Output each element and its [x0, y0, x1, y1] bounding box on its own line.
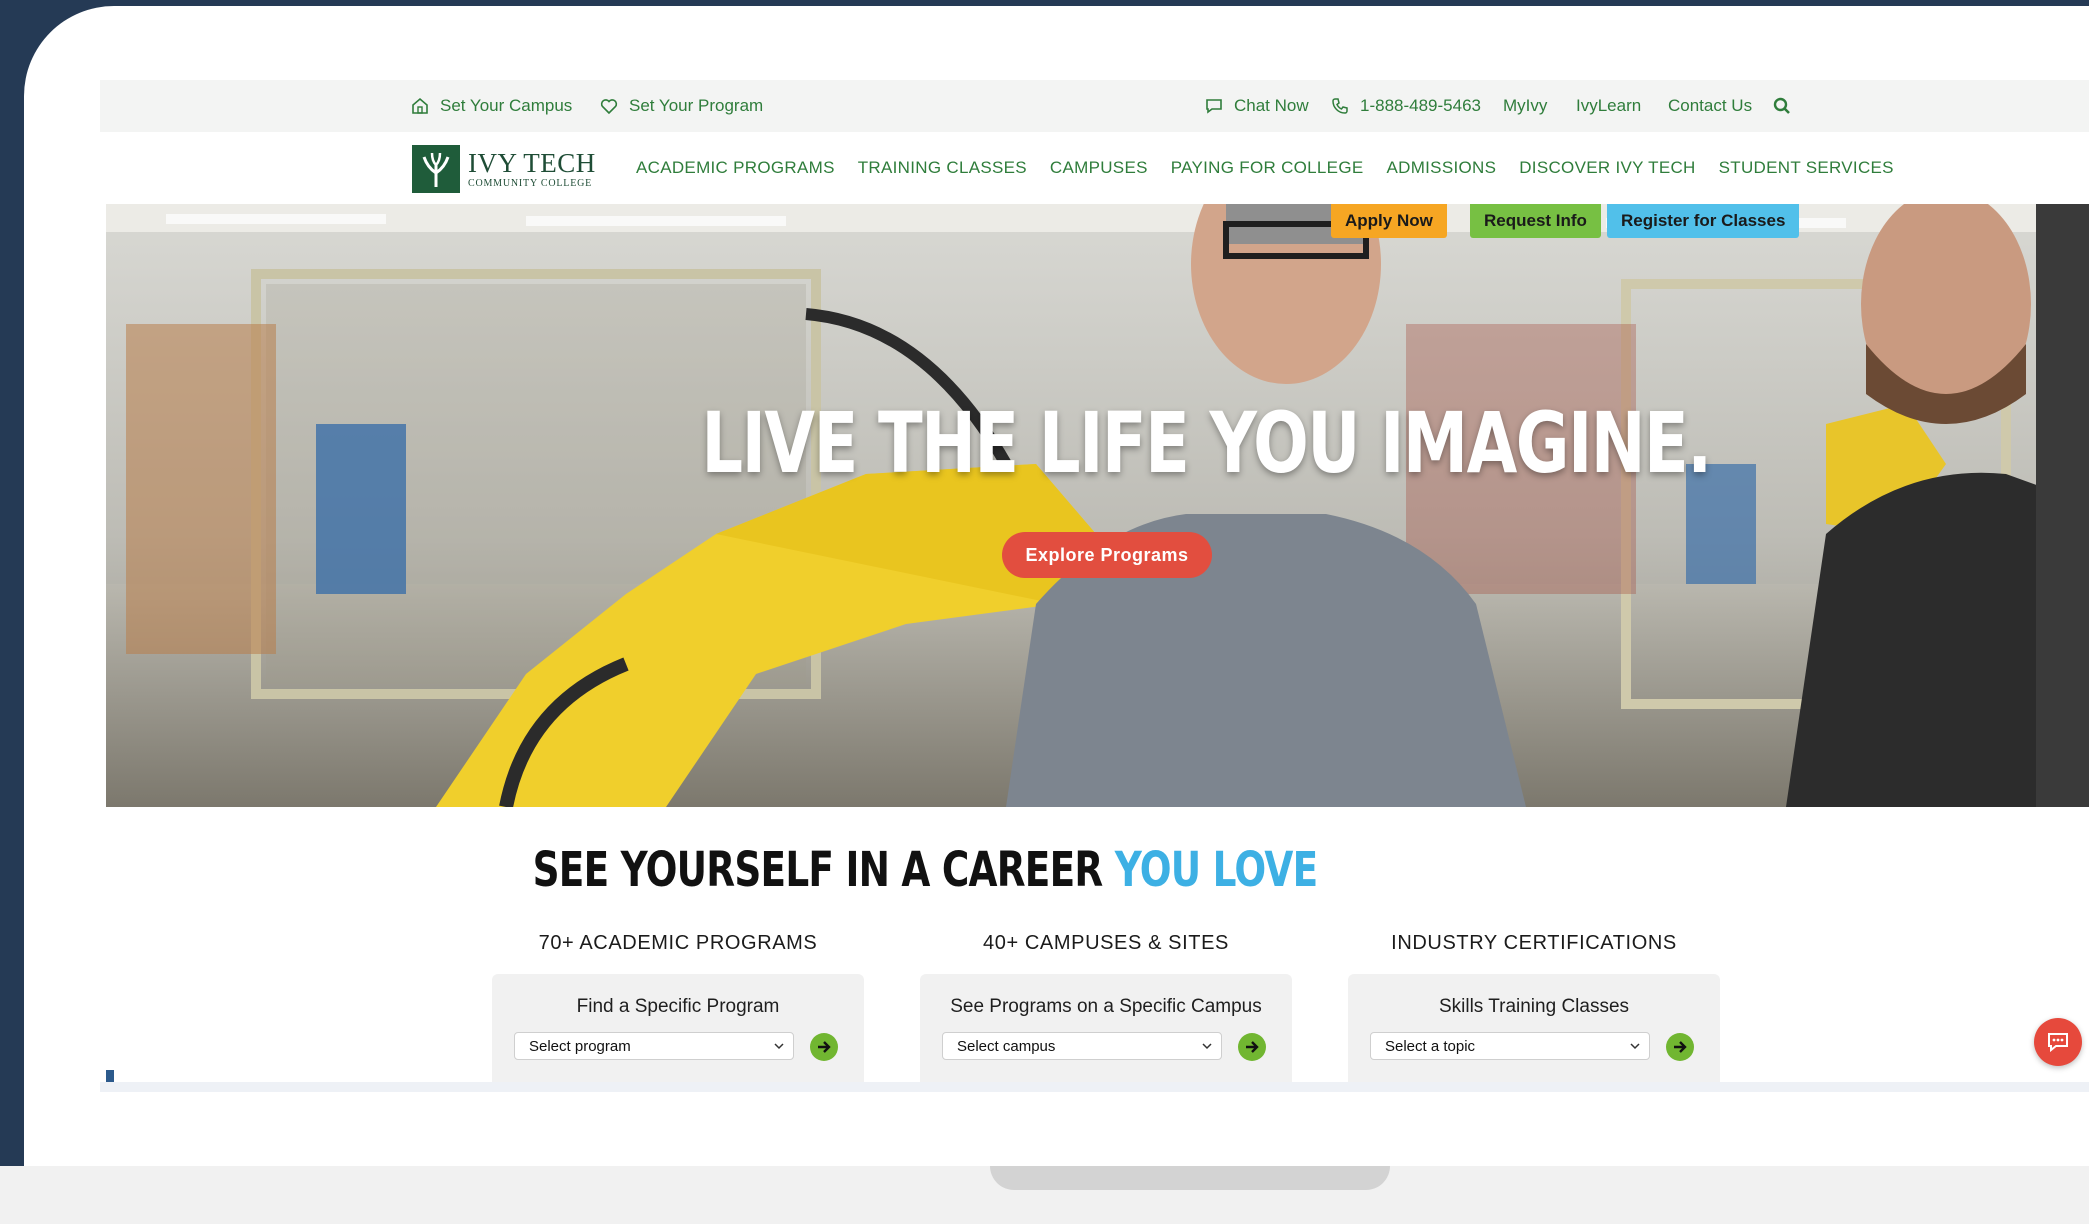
select-campus-dropdown[interactable]: Select campus	[942, 1032, 1222, 1060]
browser-viewport: Set Your Campus Set Your Program Chat No…	[100, 80, 2089, 1090]
card-label: Skills Training Classes	[1438, 996, 1630, 1017]
campus-finder-card: See Programs on a Specific Campus Select…	[920, 974, 1292, 1086]
viewport-corner-marker	[106, 1070, 114, 1082]
logo-name: IVY TECH	[468, 147, 596, 178]
arrow-right-icon	[818, 1041, 831, 1053]
register-for-classes-button[interactable]: Register for Classes	[1607, 204, 1800, 238]
column-heading: INDUSTRY CERTIFICATIONS	[1391, 932, 1677, 954]
card-label: See Programs on a Specific Campus	[950, 996, 1262, 1017]
ivylearn-link[interactable]: IvyLearn	[1576, 80, 1641, 132]
nav-discover-ivy-tech[interactable]: DISCOVER IVY TECH	[1519, 158, 1695, 178]
nav-student-services[interactable]: STUDENT SERVICES	[1719, 158, 1894, 178]
viewport-bottom-strip	[100, 1082, 2089, 1092]
phone-icon	[1332, 98, 1348, 114]
set-campus-link[interactable]: Set Your Campus	[410, 80, 572, 132]
select-program-dropdown[interactable]: Select program	[514, 1032, 794, 1060]
go-button[interactable]	[1238, 1033, 1266, 1061]
nav-paying-for-college[interactable]: PAYING FOR COLLEGE	[1171, 158, 1364, 178]
training-finder-card: Skills Training Classes Select a topic	[1348, 974, 1720, 1086]
set-program-label: Set Your Program	[629, 96, 764, 115]
column-campuses: 40+ CAMPUSES & SITES See Programs on a S…	[920, 932, 1292, 1086]
contact-us-label: Contact Us	[1668, 96, 1753, 115]
logo-mark	[412, 145, 460, 193]
chat-now-label: Chat Now	[1234, 96, 1309, 115]
nav-campuses[interactable]: CAMPUSES	[1050, 158, 1148, 178]
hero-photo	[106, 204, 2089, 807]
request-info-button[interactable]: Request Info	[1470, 204, 1601, 238]
ivylearn-label: IvyLearn	[1576, 96, 1642, 115]
main-nav: IVY TECH COMMUNITY COLLEGE ACADEMIC PROG…	[100, 132, 2089, 204]
select-value: Select a topic	[1385, 1037, 1476, 1055]
section-title: SEE YOURSELF IN A CAREER YOU LOVE	[282, 842, 1569, 898]
program-finder-card: Find a Specific Program Select program	[492, 974, 864, 1086]
logo-subtitle: COMMUNITY COLLEGE	[468, 177, 593, 189]
chat-fab-icon	[2048, 1033, 2068, 1053]
column-certifications: INDUSTRY CERTIFICATIONS Skills Training …	[1348, 932, 1720, 1086]
set-campus-label: Set Your Campus	[440, 96, 573, 115]
phone-number: 1-888-489-5463	[1360, 96, 1481, 115]
heart-icon	[600, 99, 618, 115]
home-icon	[412, 97, 428, 114]
go-button[interactable]	[810, 1033, 838, 1061]
chevron-down-icon	[774, 1043, 784, 1050]
hero-banner: Apply Now Request Info Register for Clas…	[106, 204, 2089, 807]
explore-programs-button[interactable]: Explore Programs	[1002, 532, 1212, 578]
utility-bar: Set Your Campus Set Your Program Chat No…	[100, 80, 2089, 132]
arrow-right-icon	[1674, 1041, 1687, 1053]
ivy-tech-logo[interactable]: IVY TECH COMMUNITY COLLEGE	[412, 144, 602, 194]
chat-icon	[1206, 99, 1222, 114]
apply-now-button[interactable]: Apply Now	[1331, 204, 1447, 238]
column-heading: 40+ CAMPUSES & SITES	[983, 932, 1229, 954]
myivy-link[interactable]: MyIvy	[1503, 80, 1547, 132]
chat-now-link[interactable]: Chat Now	[1204, 80, 1309, 132]
set-program-link[interactable]: Set Your Program	[599, 80, 763, 132]
card-label: Find a Specific Program	[576, 996, 780, 1017]
chevron-down-icon	[1202, 1043, 1212, 1050]
select-value: Select program	[529, 1037, 631, 1055]
nav-academic-programs[interactable]: ACADEMIC PROGRAMS	[636, 158, 835, 178]
search-icon	[1773, 97, 1790, 114]
chevron-down-icon	[1630, 1043, 1640, 1050]
hero-title: LIVE THE LIFE YOU IMAGINE.	[701, 394, 1712, 492]
primary-nav: ACADEMIC PROGRAMS TRAINING CLASSES CAMPU…	[636, 132, 1917, 204]
column-heading: 70+ ACADEMIC PROGRAMS	[538, 932, 818, 954]
select-topic-dropdown[interactable]: Select a topic	[1370, 1032, 1650, 1060]
nav-admissions[interactable]: ADMISSIONS	[1386, 158, 1496, 178]
myivy-label: MyIvy	[1503, 96, 1548, 115]
contact-us-link[interactable]: Contact Us	[1668, 80, 1752, 132]
column-academic-programs: 70+ ACADEMIC PROGRAMS Find a Specific Pr…	[492, 932, 864, 1086]
section-title-accent: YOU LOVE	[1114, 842, 1318, 898]
nav-training-classes[interactable]: TRAINING CLASSES	[858, 158, 1027, 178]
phone-link[interactable]: 1-888-489-5463	[1330, 80, 1481, 132]
select-value: Select campus	[957, 1037, 1056, 1055]
arrow-right-icon	[1246, 1041, 1259, 1053]
chat-fab-button[interactable]	[2034, 1018, 2082, 1066]
section-title-main: SEE YOURSELF IN A CAREER	[532, 842, 1115, 898]
go-button[interactable]	[1666, 1033, 1694, 1061]
device-notch	[990, 1166, 1390, 1190]
search-button[interactable]	[1772, 80, 1792, 132]
